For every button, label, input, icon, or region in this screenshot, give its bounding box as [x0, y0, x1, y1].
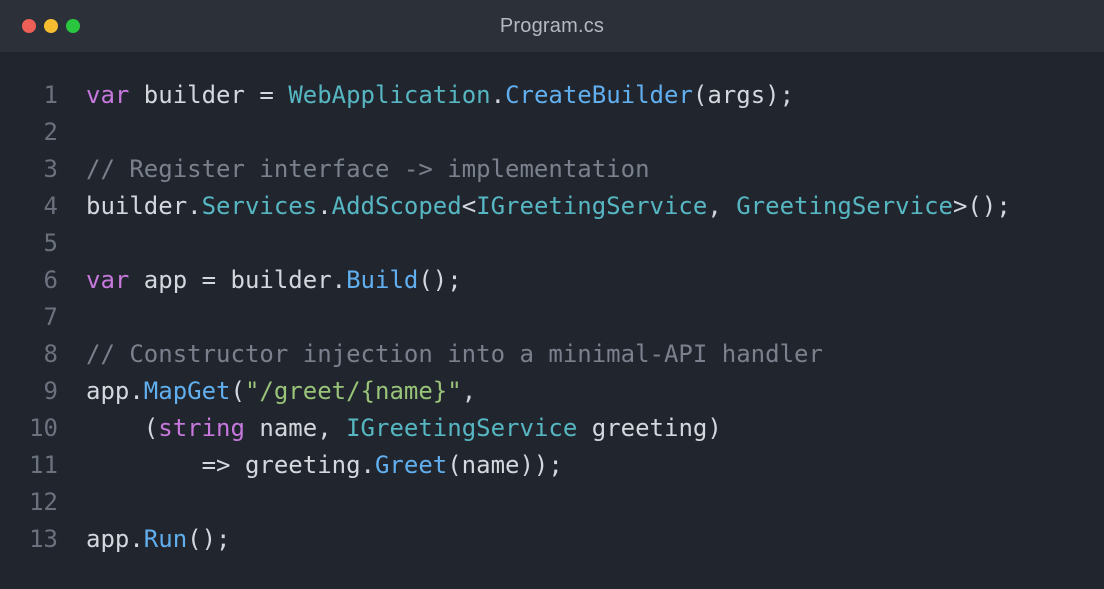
- code-token: MapGet: [143, 377, 231, 405]
- code-token: (args);: [692, 81, 795, 109]
- code-line: 3 // Register interface -> implementation: [0, 151, 1104, 188]
- code-token: (name));: [447, 451, 563, 479]
- code-token: "/greet/{name}": [244, 377, 462, 405]
- code-text: app.MapGet("/greet/{name}",: [58, 373, 476, 410]
- code-line: 4 builder.Services.AddScoped<IGreetingSer…: [0, 188, 1104, 225]
- code-token: string: [158, 414, 245, 442]
- code-line: 9 app.MapGet("/greet/{name}",: [0, 373, 1104, 410]
- code-token: WebApplication: [288, 81, 491, 109]
- line-number: 10: [29, 414, 58, 442]
- code-editor[interactable]: 1 var builder = WebApplication.CreateBuil…: [0, 77, 1104, 558]
- code-text: var builder = WebApplication.CreateBuild…: [58, 77, 794, 114]
- code-token: ,: [461, 377, 477, 405]
- code-token: greeting): [577, 414, 722, 442]
- code-token: ();: [418, 266, 462, 294]
- code-token: .: [490, 81, 506, 109]
- line-number: 11: [29, 451, 58, 479]
- code-line: 6 var app = builder.Build();: [0, 262, 1104, 299]
- code-line: 7: [0, 299, 1104, 336]
- code-line: 2: [0, 114, 1104, 151]
- code-line: 11 => greeting.Greet(name));: [0, 447, 1104, 484]
- code-text: // Constructor injection into a minimal-…: [58, 336, 823, 373]
- code-line: 10 (string name, IGreetingService greeti…: [0, 410, 1104, 447]
- code-token: var: [86, 266, 130, 294]
- code-window: Program.cs 1 var builder = WebApplication…: [0, 0, 1104, 589]
- code-line: 8 // Constructor injection into a minimal…: [0, 336, 1104, 373]
- code-token: name,: [244, 414, 347, 442]
- code-token: .: [317, 192, 332, 220]
- line-number: 5: [43, 229, 58, 257]
- code-token: CreateBuilder: [505, 81, 693, 109]
- code-token: IGreetingService: [346, 414, 578, 442]
- line-number: 2: [43, 118, 58, 146]
- code-token: AddScoped: [331, 192, 462, 220]
- code-token: <: [461, 192, 477, 220]
- code-text: builder.Services.AddScoped<IGreetingServ…: [58, 188, 1011, 225]
- line-number: 12: [29, 488, 58, 516]
- code-line: 13 app.Run();: [0, 521, 1104, 558]
- code-token: Build: [346, 266, 419, 294]
- code-token: Run: [143, 525, 188, 553]
- code-token: ();: [187, 525, 231, 553]
- line-number: 1: [43, 81, 58, 109]
- code-token: Services: [201, 192, 318, 220]
- code-token: var: [86, 81, 130, 109]
- code-line: 1 var builder = WebApplication.CreateBuil…: [0, 77, 1104, 114]
- code-text: => greeting.Greet(name));: [58, 447, 563, 484]
- code-text: // Register interface -> implementation: [58, 151, 650, 188]
- code-token: builder =: [129, 81, 289, 109]
- code-token: ,: [707, 192, 737, 220]
- code-token: IGreetingService: [476, 192, 708, 220]
- code-token: // Register interface -> implementation: [86, 155, 650, 183]
- code-token: GreetingService: [736, 192, 953, 220]
- line-number: 13: [29, 525, 58, 553]
- window-title: Program.cs: [499, 15, 605, 37]
- code-text: app.Run();: [58, 521, 231, 558]
- line-number: 4: [43, 192, 58, 220]
- line-number: 8: [43, 340, 58, 368]
- code-line: 5: [0, 225, 1104, 262]
- code-line: 12: [0, 484, 1104, 521]
- code-token: => greeting.: [86, 451, 375, 479]
- code-text: var app = builder.Build();: [58, 262, 462, 299]
- code-token: builder.: [86, 192, 202, 220]
- line-number: 3: [43, 155, 58, 183]
- code-token: // Constructor injection into a minimal-…: [86, 340, 823, 368]
- line-number: 6: [43, 266, 58, 294]
- code-token: >();: [952, 192, 1011, 220]
- code-token: (: [230, 377, 245, 405]
- line-number: 7: [43, 303, 58, 331]
- code-token: app.: [86, 377, 144, 405]
- code-token: app = builder.: [129, 266, 347, 294]
- code-token: (: [86, 414, 159, 442]
- code-token: app.: [86, 525, 144, 553]
- line-number: 9: [43, 377, 58, 405]
- code-text: (string name, IGreetingService greeting): [58, 410, 722, 447]
- code-token: Greet: [374, 451, 448, 479]
- title-bar: Program.cs: [0, 0, 1104, 52]
